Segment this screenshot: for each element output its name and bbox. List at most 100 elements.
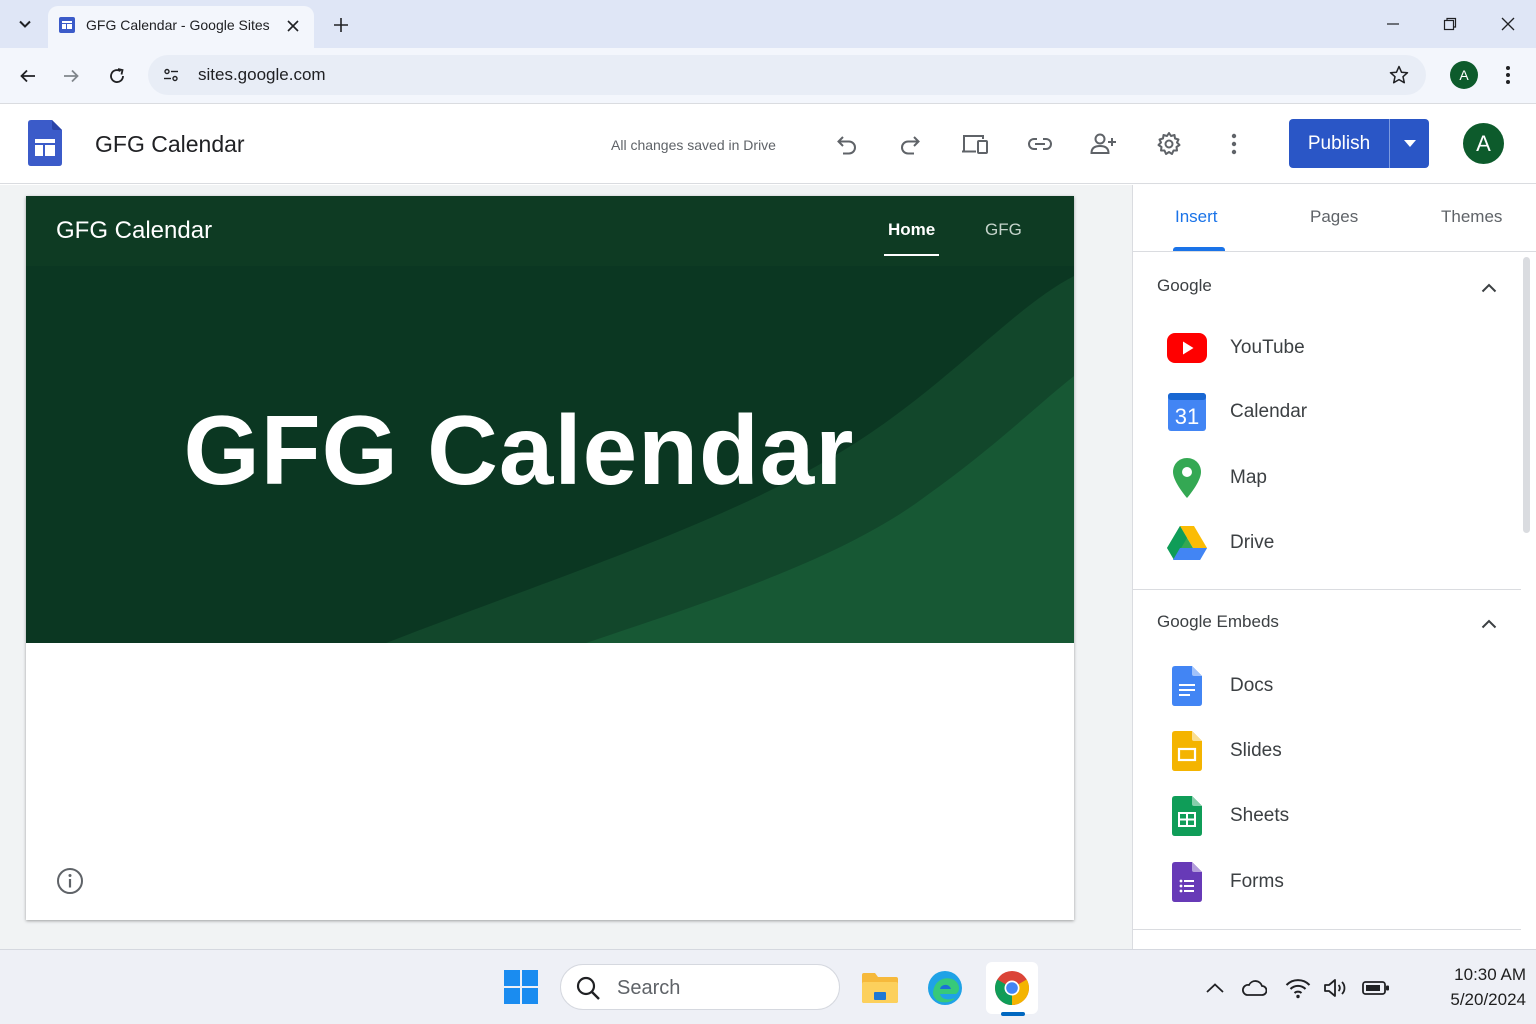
tab-themes[interactable]: Themes <box>1441 207 1502 227</box>
minimize-button[interactable] <box>1378 10 1408 38</box>
insert-calendar[interactable]: 31 Calendar <box>1157 384 1507 440</box>
forms-icon <box>1167 862 1207 902</box>
site-navigation-bar: GFG Calendar Home GFG <box>26 196 1074 266</box>
forward-button[interactable] <box>55 60 87 92</box>
section-title: Google <box>1157 276 1212 295</box>
sites-editor-header: GFG Calendar All changes saved in Drive … <box>0 104 1536 184</box>
browser-tab-active[interactable]: GFG Calendar - Google Sites <box>48 6 314 48</box>
site-page-preview[interactable]: GFG Calendar Home GFG GFG Calendar <box>26 196 1074 920</box>
new-tab-button[interactable] <box>328 12 354 38</box>
settings-button[interactable] <box>1153 128 1185 160</box>
back-button[interactable] <box>12 60 44 92</box>
insert-side-panel: Insert Pages Themes Google YouTube 31 Ca… <box>1132 185 1536 949</box>
restore-button[interactable] <box>1435 10 1465 38</box>
tab-insert[interactable]: Insert <box>1175 207 1218 227</box>
tab-search-button[interactable] <box>8 7 42 41</box>
folder-icon <box>862 973 898 1003</box>
plus-icon <box>334 18 348 32</box>
preview-devices-button[interactable] <box>959 128 991 160</box>
close-icon <box>1501 17 1515 31</box>
hero-title[interactable]: GFG Calendar <box>26 394 1012 507</box>
site-info-button[interactable] <box>56 867 84 895</box>
item-label: YouTube <box>1230 337 1305 358</box>
bookmark-star-icon[interactable] <box>1388 64 1410 86</box>
chrome-browser-button[interactable] <box>990 966 1034 1010</box>
cloud-icon <box>1242 980 1267 996</box>
chevron-up-icon[interactable] <box>1477 612 1501 636</box>
close-tab-button[interactable] <box>282 15 304 37</box>
taskbar-clock[interactable]: 10:30 AM 5/20/2024 <box>1418 962 1526 1012</box>
item-label: Calendar <box>1230 401 1308 422</box>
close-window-button[interactable] <box>1493 10 1523 38</box>
site-settings-icon[interactable] <box>160 64 182 86</box>
undo-button[interactable] <box>831 128 863 160</box>
nav-link-home[interactable]: Home <box>888 220 935 240</box>
volume-button[interactable] <box>1322 974 1350 1002</box>
address-bar[interactable]: sites.google.com <box>148 55 1426 95</box>
network-button[interactable] <box>1284 974 1312 1002</box>
insert-drive[interactable]: Drive <box>1157 515 1507 571</box>
copy-link-button[interactable] <box>1024 128 1056 160</box>
windows-start-button[interactable] <box>500 966 542 1008</box>
speaker-icon <box>1324 979 1346 997</box>
insert-youtube[interactable]: YouTube <box>1157 320 1507 376</box>
map-pin-icon <box>1167 458 1207 498</box>
file-explorer-button[interactable] <box>858 966 902 1010</box>
edge-browser-button[interactable] <box>923 966 967 1010</box>
section-divider <box>1133 589 1521 590</box>
calendar-icon: 31 <box>1167 392 1207 432</box>
account-avatar[interactable]: A <box>1463 123 1504 164</box>
nav-link-gfg[interactable]: GFG <box>985 220 1022 240</box>
chevron-up-icon[interactable] <box>1477 276 1501 300</box>
publish-button[interactable]: Publish <box>1289 119 1390 168</box>
insert-docs[interactable]: Docs <box>1157 658 1507 714</box>
restore-icon <box>1443 17 1457 31</box>
share-button[interactable] <box>1088 128 1120 160</box>
item-label: Drive <box>1230 532 1275 553</box>
docs-icon <box>1167 666 1207 706</box>
arrow-right-icon <box>64 69 79 83</box>
save-status: All changes saved in Drive <box>611 137 776 153</box>
onedrive-button[interactable] <box>1240 974 1268 1002</box>
minimize-icon <box>1387 23 1399 25</box>
section-google-embeds-header[interactable]: Google Embeds <box>1133 604 1523 644</box>
publish-options-button[interactable] <box>1390 119 1429 168</box>
insert-sheets[interactable]: Sheets <box>1157 788 1507 844</box>
redo-button[interactable] <box>894 128 926 160</box>
site-title[interactable]: GFG Calendar <box>95 131 245 158</box>
insert-forms[interactable]: Forms <box>1157 854 1507 910</box>
reload-button[interactable] <box>101 60 133 92</box>
caret-down-icon <box>1403 140 1416 147</box>
browser-toolbar: sites.google.com A <box>0 48 1536 104</box>
site-name[interactable]: GFG Calendar <box>56 217 212 245</box>
show-hidden-icons-button[interactable] <box>1201 974 1229 1002</box>
insert-slides[interactable]: Slides <box>1157 723 1507 779</box>
more-options-button[interactable] <box>1218 128 1250 160</box>
google-sites-logo-icon[interactable] <box>28 120 62 166</box>
more-vert-icon <box>1231 133 1237 155</box>
chrome-menu-button[interactable] <box>1496 62 1520 88</box>
sites-favicon-icon <box>58 16 76 34</box>
taskbar-search-box[interactable]: Search <box>560 964 840 1010</box>
edge-icon <box>928 971 962 1005</box>
redo-icon <box>901 136 920 155</box>
gear-icon <box>1157 132 1181 155</box>
tab-pages[interactable]: Pages <box>1310 207 1358 227</box>
chevron-down-icon <box>19 20 31 28</box>
active-tab-indicator <box>1173 247 1225 251</box>
insert-map[interactable]: Map <box>1157 450 1507 506</box>
link-icon <box>1028 138 1052 150</box>
chrome-profile-avatar[interactable]: A <box>1450 61 1478 89</box>
item-label: Forms <box>1230 871 1284 892</box>
panel-tab-bar: Insert Pages Themes <box>1133 185 1536 252</box>
section-google-header[interactable]: Google <box>1133 268 1523 308</box>
item-label: Docs <box>1230 675 1274 696</box>
arrow-left-icon <box>20 69 35 83</box>
search-label: Search <box>617 977 681 999</box>
url-text[interactable]: sites.google.com <box>198 65 326 85</box>
item-label: Slides <box>1230 740 1282 761</box>
hero-banner[interactable]: GFG Calendar <box>26 266 1074 643</box>
panel-scrollbar[interactable] <box>1523 257 1530 533</box>
battery-button[interactable] <box>1362 974 1390 1002</box>
person-add-icon <box>1090 133 1116 154</box>
